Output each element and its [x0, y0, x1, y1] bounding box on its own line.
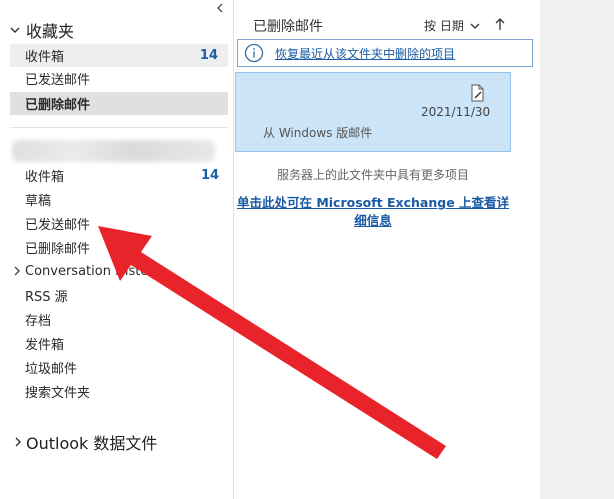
account-name-blurred[interactable]: [12, 140, 215, 162]
folder-label: 收件箱: [25, 169, 65, 185]
reading-pane-background: [540, 0, 614, 499]
sort-dropdown[interactable]: 按 日期: [424, 17, 481, 34]
draft-edit-icon: [471, 84, 484, 102]
folder-drafts[interactable]: 草稿: [25, 188, 51, 210]
folder-sent[interactable]: 已发送邮件: [25, 212, 90, 234]
folder-label: RSS 源: [25, 289, 68, 305]
chevron-right-icon[interactable]: [12, 435, 24, 449]
favorite-deleted[interactable]: 已删除邮件: [10, 92, 228, 115]
outlook-window: 收藏夹 收件箱 14 已发送邮件 已删除邮件 收件箱 14 草稿 已发送邮件 已…: [0, 0, 614, 499]
folder-label: Conversation History: [25, 263, 162, 279]
folder-label: Outlook 数据文件: [26, 434, 158, 453]
folder-label: 已发送邮件: [25, 217, 91, 233]
folder-label: 垃圾邮件: [25, 361, 78, 377]
unread-count: 14: [201, 168, 220, 183]
folder-deleted[interactable]: 已删除邮件: [25, 236, 90, 258]
favorites-label: 收藏夹: [26, 22, 75, 41]
favorite-sent[interactable]: 已发送邮件: [10, 67, 228, 90]
folder-label: 发件箱: [25, 337, 65, 353]
message-item[interactable]: 2021/11/30 从 Windows 版邮件: [235, 72, 511, 152]
favorites-header[interactable]: 收藏夹: [8, 18, 74, 42]
folder-label: 已删除邮件: [25, 241, 91, 257]
info-icon: [244, 43, 264, 63]
folder-outbox[interactable]: 发件箱: [25, 332, 64, 354]
chevron-left-icon[interactable]: [213, 2, 227, 14]
recover-deleted-link[interactable]: 恢复最近从该文件夹中删除的项目: [275, 45, 455, 62]
folder-conversation-history[interactable]: Conversation History: [12, 260, 161, 282]
unread-count: 14: [199, 48, 218, 63]
folder-label: 存档: [25, 313, 52, 329]
folder-label: 已发送邮件: [25, 73, 91, 88]
arrow-up-icon[interactable]: [494, 16, 506, 32]
chevron-down-icon: [470, 23, 480, 29]
chevron-down-icon: [10, 27, 20, 33]
folder-rss[interactable]: RSS 源: [25, 284, 68, 306]
folder-label: 搜索文件夹: [25, 385, 91, 401]
folder-archive[interactable]: 存档: [25, 308, 51, 330]
folder-label: 收件箱: [25, 50, 65, 65]
outlook-data-file[interactable]: Outlook 数据文件: [12, 430, 157, 454]
message-list-pane: 已删除邮件 按 日期 恢复最近从该文件夹中删除的项目 2021/11/30 从 …: [235, 0, 540, 499]
more-items-note: 服务器上的此文件夹中具有更多项目: [276, 168, 469, 182]
view-in-exchange-link[interactable]: 单击此处可在 Microsoft Exchange 上查看详细信息: [235, 194, 511, 230]
folder-label: 已删除邮件: [25, 98, 91, 113]
folder-junk[interactable]: 垃圾邮件: [25, 356, 77, 378]
folder-inbox[interactable]: 收件箱: [25, 164, 64, 186]
folder-label: 草稿: [25, 193, 52, 209]
recover-items-bar: 恢复最近从该文件夹中删除的项目: [237, 39, 533, 67]
pane-divider: [10, 127, 228, 128]
folder-search[interactable]: 搜索文件夹: [25, 380, 90, 402]
folder-pane: 收藏夹 收件箱 14 已发送邮件 已删除邮件 收件箱 14 草稿 已发送邮件 已…: [0, 0, 234, 499]
message-date: 2021/11/30: [421, 105, 491, 119]
sort-label: 按 日期: [424, 19, 464, 33]
message-preview: 从 Windows 版邮件: [263, 126, 373, 140]
favorite-inbox[interactable]: 收件箱 14: [10, 44, 228, 67]
folder-title: 已删除邮件: [253, 19, 323, 35]
chevron-right-icon[interactable]: [12, 265, 22, 277]
